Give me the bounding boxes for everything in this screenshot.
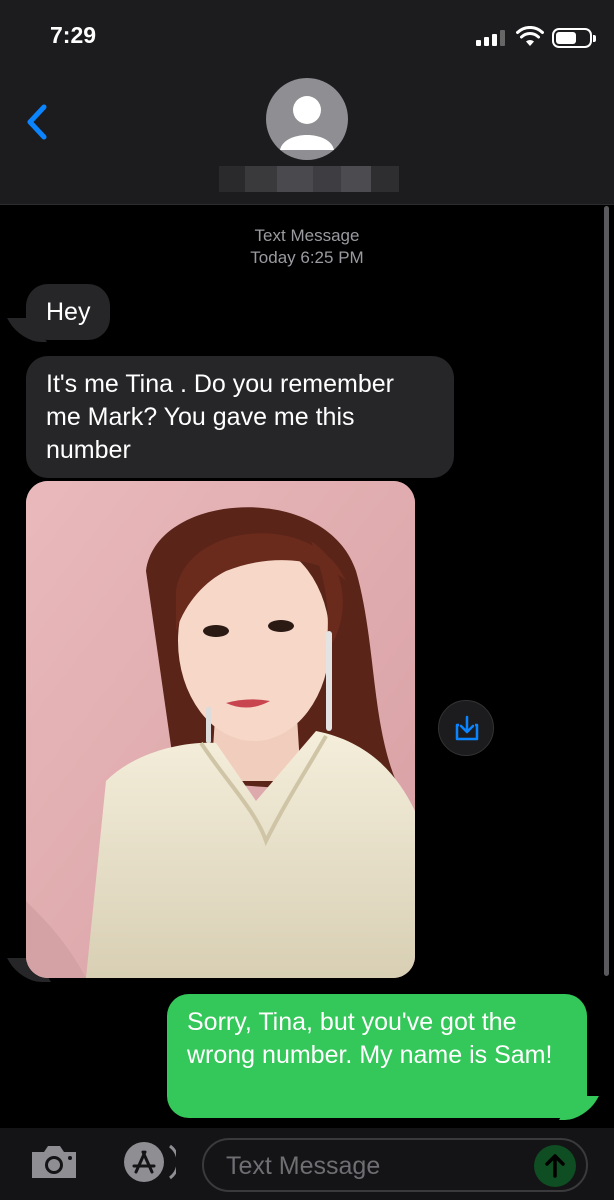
battery-icon [552, 28, 596, 48]
received-message-bubble[interactable]: It's me Tina . Do you remember me Mark? … [26, 356, 454, 478]
selfie-image [26, 481, 415, 978]
save-photo-button[interactable] [438, 700, 494, 756]
contact-avatar[interactable] [266, 78, 348, 160]
save-to-photos-icon [455, 715, 479, 741]
send-arrow-icon [545, 1154, 565, 1178]
status-time: 7:29 [50, 22, 97, 48]
scrollbar[interactable] [604, 206, 609, 976]
wifi-icon [516, 26, 544, 46]
message-input-placeholder: Text Message [226, 1152, 381, 1180]
received-message-bubble[interactable]: Hey [26, 284, 111, 340]
received-photo[interactable] [26, 481, 415, 978]
person-silhouette-icon [280, 96, 334, 150]
message-input[interactable]: Text Message [202, 1138, 588, 1192]
cellular-signal-icon [476, 30, 506, 46]
contact-name-redacted[interactable] [219, 166, 399, 192]
message-type-label: Text Message [254, 226, 360, 245]
conversation-header [0, 72, 614, 205]
chevron-left-icon[interactable] [20, 97, 60, 147]
sent-message-bubble[interactable]: Sorry, Tina, but you've got the wrong nu… [167, 994, 587, 1118]
camera-icon[interactable] [26, 1140, 82, 1184]
status-bar: 7:29 [0, 0, 614, 72]
thread-timestamp: Today 6:25 PM [250, 248, 364, 267]
app-store-icon[interactable] [114, 1140, 176, 1184]
send-button[interactable] [534, 1145, 576, 1187]
